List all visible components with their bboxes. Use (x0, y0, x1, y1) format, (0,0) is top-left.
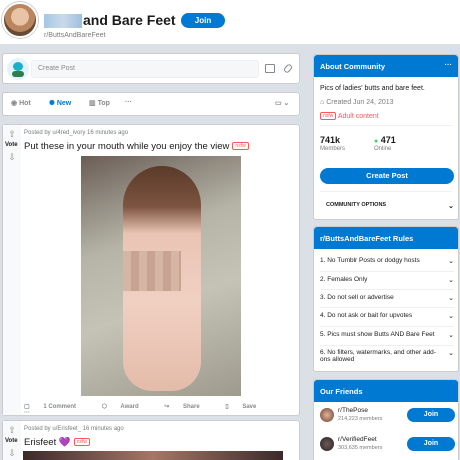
more-sort-button[interactable]: ··· (125, 99, 132, 106)
downvote-icon[interactable]: ⇩ (7, 448, 17, 458)
online-label: Online (374, 146, 392, 152)
post-title[interactable]: Put these in your mouth while you enjoy … (24, 141, 249, 152)
members-count: 741k (320, 135, 341, 145)
friend-name[interactable]: r/ThePose (338, 407, 368, 414)
sort-top[interactable]: ▥ Top (89, 99, 110, 107)
subreddit-header: and Bare Feet r/ButtsAndBareFeet Join (0, 0, 460, 44)
divider (320, 289, 454, 290)
divider (320, 191, 452, 192)
post-title[interactable]: Erisfeet 💜 nsfw (24, 437, 90, 448)
friend-join-button[interactable]: Join (407, 408, 455, 422)
rule-item[interactable]: 3. Do not sell or advertise ⌄ (320, 294, 454, 302)
save-button[interactable]: ▯ Save (225, 404, 268, 410)
upvote-icon[interactable]: ⇧ (7, 129, 17, 139)
vote-column: ⇧ Vote ⇩ (3, 421, 21, 460)
post-image[interactable] (23, 451, 283, 460)
vote-label: Vote (5, 142, 18, 148)
award-icon: ⬡ (101, 404, 107, 410)
rule-item[interactable]: 1. No Tumblr Posts or dodgy hosts ⌄ (320, 257, 454, 265)
chevron-down-icon: ⌄ (448, 295, 454, 302)
create-post-input[interactable]: Create Post (31, 60, 259, 78)
nsfw-badge: nsfw (73, 438, 90, 447)
downvote-icon[interactable]: ⇩ (7, 152, 17, 162)
more-options-button[interactable]: ··· (24, 410, 30, 416)
upvote-icon[interactable]: ⇧ (7, 425, 17, 435)
chevron-down-icon: ⌄ (448, 203, 454, 210)
post-card[interactable]: ⇧ Vote ⇩ Posted by u/Erisfeet_ 16 minute… (2, 420, 300, 460)
nsfw-badge: nsfw (232, 142, 249, 151)
rule-item[interactable]: 2. Females Only ⌄ (320, 276, 454, 284)
sort-bar: ◉ Hot ✺ New ▥ Top ··· ▭ ⌄ (2, 92, 300, 116)
rules-card: r/ButtsAndBareFeet Rules 1. No Tumblr Po… (313, 226, 459, 372)
post-image[interactable] (81, 156, 241, 396)
bookmark-icon: ▯ (225, 404, 229, 410)
community-options-toggle[interactable]: COMMUNITY OPTIONS ⌄ (326, 202, 454, 210)
create-post-button[interactable]: Create Post (320, 168, 454, 184)
subreddit-avatar[interactable] (2, 2, 38, 38)
friend-avatar[interactable] (320, 437, 334, 451)
rules-heading: r/ButtsAndBareFeet Rules (314, 227, 458, 249)
friends-heading: Our Friends (314, 380, 458, 402)
community-description: Pics of ladies' butts and bare feet. (320, 85, 425, 92)
cake-icon: ⌂ (320, 99, 325, 106)
rule-item[interactable]: 4. Do not ask or bait for upvotes ⌄ (320, 312, 454, 320)
about-community-card: About Community ··· Pics of ladies' butts… (313, 54, 459, 220)
heart-emoji: 💜 (58, 437, 71, 448)
created-date: ⌂ Created Jun 24, 2013 (320, 99, 394, 106)
post-card[interactable]: ⇧ Vote ⇩ Posted by u/4red_ivory 16 minut… (2, 124, 300, 416)
user-avatar-icon[interactable] (7, 58, 29, 80)
friend-members: 303,635 members (338, 445, 383, 451)
online-dot-icon: ● (374, 138, 379, 145)
sparkle-icon: ✺ (49, 100, 55, 107)
sort-hot[interactable]: ◉ Hot (11, 99, 31, 107)
divider (320, 345, 454, 346)
comments-button[interactable]: ▢ 1 Comment (24, 404, 88, 410)
adult-content-row: nsfw Adult content (320, 112, 379, 120)
subreddit-title: and Bare Feet (83, 12, 176, 28)
post-meta[interactable]: Posted by u/Erisfeet_ 16 minutes ago (24, 426, 124, 432)
flame-icon: ◉ (11, 100, 18, 107)
chevron-down-icon: ⌄ (448, 350, 454, 357)
rule-item[interactable]: 5. Pics must show Butts AND Bare Feet ⌄ (320, 331, 454, 339)
create-post-card: Create Post (2, 53, 300, 84)
share-icon: ↪ (164, 404, 170, 410)
rule-item[interactable]: 6. No filters, watermarks, and other add… (320, 349, 454, 363)
online-count: ● 471 (374, 135, 396, 145)
card-view-icon[interactable]: ▭ ⌄ (275, 99, 289, 107)
link-icon[interactable] (282, 63, 294, 74)
share-button[interactable]: ↪ Share (164, 404, 211, 410)
more-options-icon[interactable]: ··· (445, 60, 453, 69)
chevron-down-icon: ⌄ (448, 313, 454, 320)
friend-name[interactable]: r/VerifiedFeet (338, 436, 377, 443)
nsfw-badge: nsfw (320, 112, 337, 120)
chart-icon: ▥ (89, 100, 96, 107)
join-button[interactable]: Join (181, 13, 225, 28)
image-icon[interactable] (265, 64, 275, 73)
friend-members: 214,223 members (338, 416, 383, 422)
chevron-down-icon: ⌄ (448, 332, 454, 339)
pixelated-censor (123, 251, 181, 291)
friends-card: Our Friends r/ThePose 214,223 members Jo… (313, 379, 459, 460)
sort-new[interactable]: ✺ New (49, 99, 71, 107)
award-button[interactable]: ⬡ Award (102, 404, 151, 410)
divider (320, 307, 454, 308)
subreddit-name: r/ButtsAndBareFeet (44, 32, 106, 39)
friend-join-button[interactable]: Join (407, 437, 455, 451)
members-label: Members (320, 146, 346, 152)
friend-avatar[interactable] (320, 408, 334, 422)
vote-column: ⇧ Vote ⇩ (3, 125, 21, 415)
post-actions: ▢ 1 Comment ⬡ Award ↪ Share ▯ Save ··· (24, 403, 299, 416)
divider (320, 326, 454, 327)
redacted-title-prefix (44, 14, 82, 28)
divider (320, 125, 452, 126)
chevron-down-icon: ⌄ (448, 258, 454, 265)
vote-label: Vote (5, 438, 18, 444)
post-meta[interactable]: Posted by u/4red_ivory 16 minutes ago (24, 130, 128, 136)
about-heading: About Community ··· (314, 55, 458, 77)
chevron-down-icon: ⌄ (448, 277, 454, 284)
divider (320, 271, 454, 272)
